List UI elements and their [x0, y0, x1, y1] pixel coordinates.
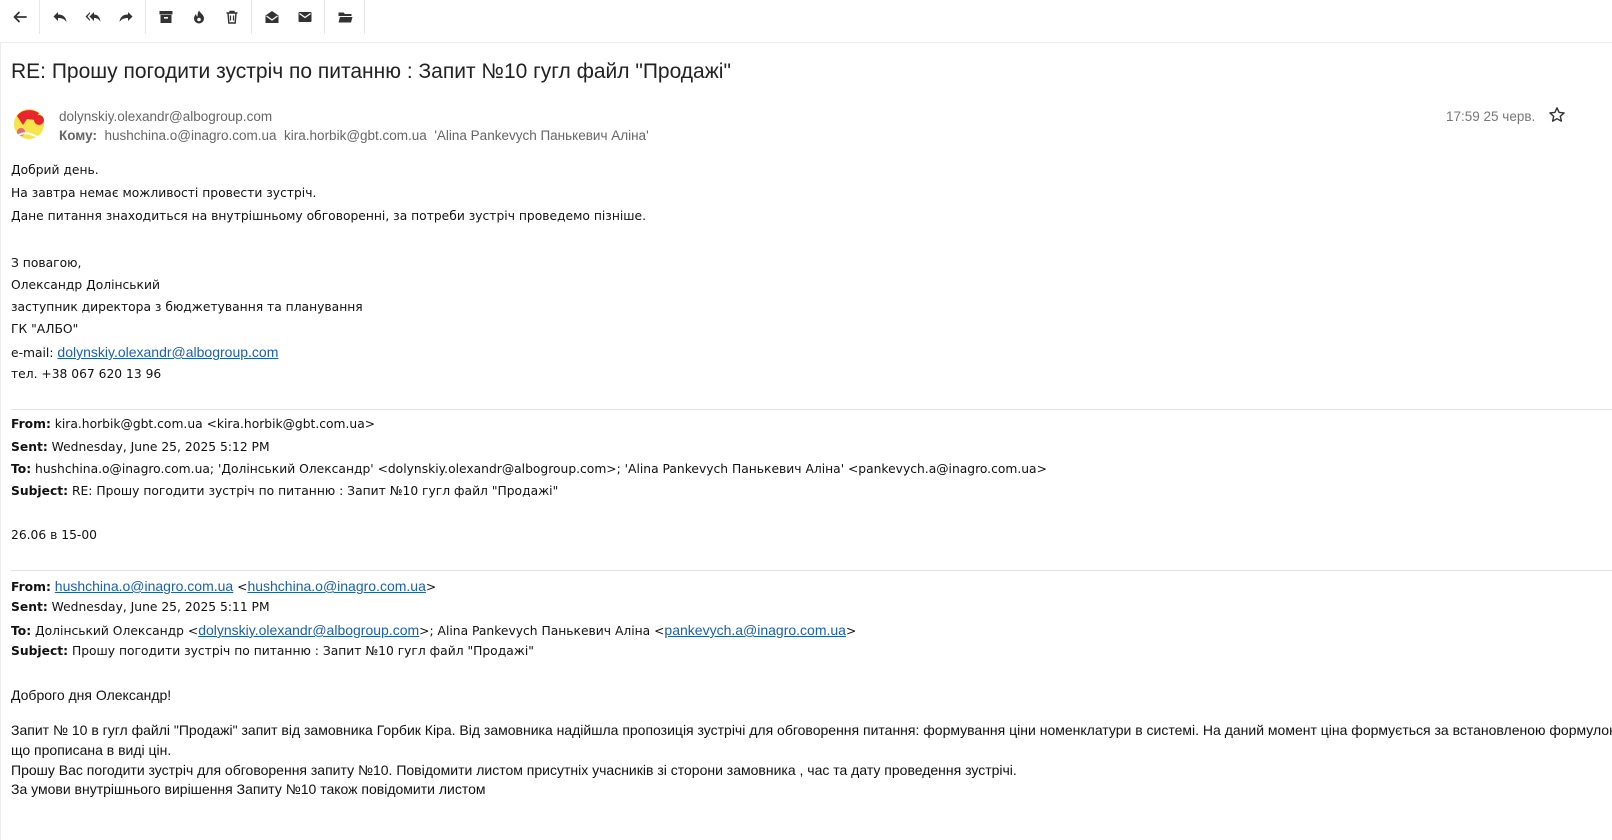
toolbar-divider-line: [0, 42, 1612, 43]
snooze-icon: [193, 10, 204, 24]
toolbar-divider: [251, 0, 252, 34]
quote-to-link[interactable]: pankevych.a@inagro.com.ua: [664, 622, 846, 638]
forward-icon: [119, 12, 132, 22]
quote-sent: Sent: Wednesday, June 25, 2025 5:12 PM: [11, 440, 270, 454]
toolbar-divider: [39, 0, 40, 34]
quote-paragraph: Запит № 10 в гугл файлі "Продажі" запит …: [11, 722, 1612, 738]
quote-paragraph: За умови внутрішнього вирішення Запиту №…: [11, 781, 486, 797]
mark-unread-icon: [298, 12, 311, 22]
quote-from-link[interactable]: hushchina.o@inagro.com.ua: [55, 578, 233, 594]
quote-from-bracket: >: [425, 580, 437, 594]
quote-from: From: hushchina.o@inagro.com.ua <hushchi…: [11, 578, 436, 594]
quote-from-bracket: <: [233, 580, 248, 594]
back-arrow-icon: [13, 11, 27, 23]
signature-line: заступник директора з бюджетування та пл…: [11, 300, 363, 314]
body-line: На завтра немає можливості провести зуст…: [11, 186, 317, 200]
quote-text: 26.06 в 15-00: [11, 528, 98, 542]
reply-button[interactable]: [43, 1, 76, 33]
toolbar-divider: [145, 0, 146, 34]
quote-to-text: >; Alina Pankevych Панькевич Аліна <: [419, 624, 665, 638]
sender-address[interactable]: dolynskiy.olexandr@albogroup.com: [59, 109, 272, 124]
move-button[interactable]: [328, 1, 361, 33]
quote-subject-label: Subject:: [11, 644, 69, 658]
toolbar-divider: [364, 0, 365, 34]
quote-paragraph: Прошу Вас погодити зустріч для обговорен…: [11, 762, 1017, 778]
quote-from-label: From:: [11, 580, 51, 594]
quote-to-text: >: [845, 624, 857, 638]
quote-sent: Sent: Wednesday, June 25, 2025 5:11 PM: [11, 600, 270, 614]
forward-button[interactable]: [109, 1, 142, 33]
signature-phone: тел. +38 067 620 13 96: [11, 367, 162, 381]
quote-to-label: To:: [11, 624, 32, 638]
quote-to: To: Долінський Олександр <dolynskiy.olex…: [11, 622, 856, 638]
quote-from-value: kira.horbik@gbt.com.ua <kira.horbik@gbt.…: [50, 417, 376, 431]
quote-to-link[interactable]: dolynskiy.olexandr@albogroup.com: [198, 622, 419, 638]
signature-line: Олександр Долінський: [11, 278, 160, 292]
quote-subject: Subject: Прошу погодити зустріч по питан…: [11, 644, 534, 658]
recipients: Кому: hushchina.o@inagro.com.ua kira.hor…: [59, 128, 649, 143]
mark-read-button[interactable]: [255, 1, 288, 33]
quote-from-link[interactable]: hushchina.o@inagro.com.ua: [247, 578, 425, 594]
quote-from-label: From:: [11, 417, 51, 431]
mark-unread-button[interactable]: [288, 1, 321, 33]
back-button[interactable]: [3, 1, 36, 33]
archive-icon: [159, 11, 172, 23]
signature-email-line: e-mail: dolynskiy.olexandr@albogroup.com: [11, 344, 278, 360]
quote-sent-value: Wednesday, June 25, 2025 5:12 PM: [47, 440, 270, 454]
quote-sent-label: Sent:: [11, 600, 48, 614]
message-subject: RE: Прошу погодити зустріч по питанню : …: [11, 60, 731, 83]
signature-line: ГК "АЛБО": [11, 322, 79, 336]
quote-from: From: kira.horbik@gbt.com.ua <kira.horbi…: [11, 417, 375, 431]
trash-icon: [226, 10, 237, 24]
quote-sent-label: Sent:: [11, 440, 48, 454]
quote-divider: [11, 570, 1612, 571]
mark-read-icon: [265, 11, 278, 23]
quote-to-text: Долінський Олександр <: [31, 624, 199, 638]
recipients-label: Кому:: [59, 128, 97, 143]
quote-to: To: hushchina.o@inagro.com.ua; 'Долінськ…: [11, 462, 1047, 476]
snooze-button[interactable]: [182, 1, 215, 33]
recipient[interactable]: 'Alina Pankevych Панькевич Аліна': [434, 128, 648, 143]
quote-subject-value: RE: Прошу погодити зустріч по питанню : …: [68, 484, 559, 498]
sender-avatar: [14, 109, 44, 139]
quote-subject-value: Прошу погодити зустріч по питанню : Запи…: [68, 644, 534, 658]
recipient[interactable]: kira.horbik@gbt.com.ua: [284, 128, 427, 143]
move-folder-icon: [338, 12, 352, 23]
quote-paragraph: що прописана в виді цін.: [11, 742, 172, 758]
quote-to-value: hushchina.o@inagro.com.ua; 'Долінський О…: [31, 462, 1047, 476]
quote-divider: [11, 409, 1612, 410]
body-line: Добрий день.: [11, 163, 99, 177]
toolbar-divider: [324, 0, 325, 34]
signature-line: З повагою,: [11, 256, 82, 270]
reply-all-button[interactable]: [76, 1, 109, 33]
quote-sent-value: Wednesday, June 25, 2025 5:11 PM: [47, 600, 270, 614]
quote-to-label: To:: [11, 462, 32, 476]
message-date: 17:59 25 черв.: [1446, 109, 1536, 124]
pane-border: [0, 42, 1, 840]
toolbar: [0, 0, 1612, 34]
signature-email-label: e-mail:: [11, 346, 58, 360]
reply-all-icon: [85, 12, 100, 22]
body-line: Дане питання знаходиться на внутрішньому…: [11, 209, 647, 223]
star-icon[interactable]: [1548, 106, 1566, 124]
recipient[interactable]: hushchina.o@inagro.com.ua: [104, 128, 276, 143]
delete-button[interactable]: [215, 1, 248, 33]
quote-subject-label: Subject:: [11, 484, 69, 498]
archive-button[interactable]: [149, 1, 182, 33]
quote-greeting: Доброго дня Олександр!: [11, 687, 172, 703]
signature-email-link[interactable]: dolynskiy.olexandr@albogroup.com: [57, 344, 278, 360]
reply-icon: [53, 12, 66, 22]
quote-subject: Subject: RE: Прошу погодити зустріч по п…: [11, 484, 558, 498]
